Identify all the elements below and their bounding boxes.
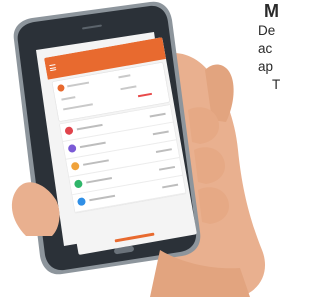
photo-scene: M De ac ap T [0, 0, 303, 297]
item-label [89, 194, 116, 202]
summary-line [118, 74, 131, 79]
side-text-line: T [272, 77, 281, 92]
item-value [158, 165, 176, 171]
category-icon [70, 161, 80, 171]
category-icon [76, 197, 87, 207]
category-icon [64, 126, 74, 136]
summary-avatar-icon [56, 83, 66, 93]
item-label [82, 159, 109, 166]
side-text-line: ac [258, 41, 273, 56]
summary-line [61, 96, 76, 101]
summary-line [120, 85, 137, 91]
category-icon [73, 179, 84, 189]
side-heading: M [264, 1, 279, 21]
item-value [149, 112, 166, 118]
entry-list [59, 104, 186, 213]
side-text-line: ap [258, 59, 274, 74]
summary-line [63, 103, 93, 111]
item-label [79, 141, 106, 149]
cropped-side-text: M De ac ap T [258, 0, 303, 94]
side-text-line: De [258, 23, 276, 38]
summary-accent-line [137, 92, 153, 98]
item-label [86, 177, 113, 184]
summary-line [67, 81, 90, 88]
menu-icon [49, 64, 57, 72]
item-value [162, 183, 179, 189]
item-value [152, 130, 169, 136]
category-icon [67, 143, 77, 154]
item-label [76, 123, 103, 131]
item-value [155, 148, 172, 153]
footer-action-button[interactable] [114, 232, 155, 243]
